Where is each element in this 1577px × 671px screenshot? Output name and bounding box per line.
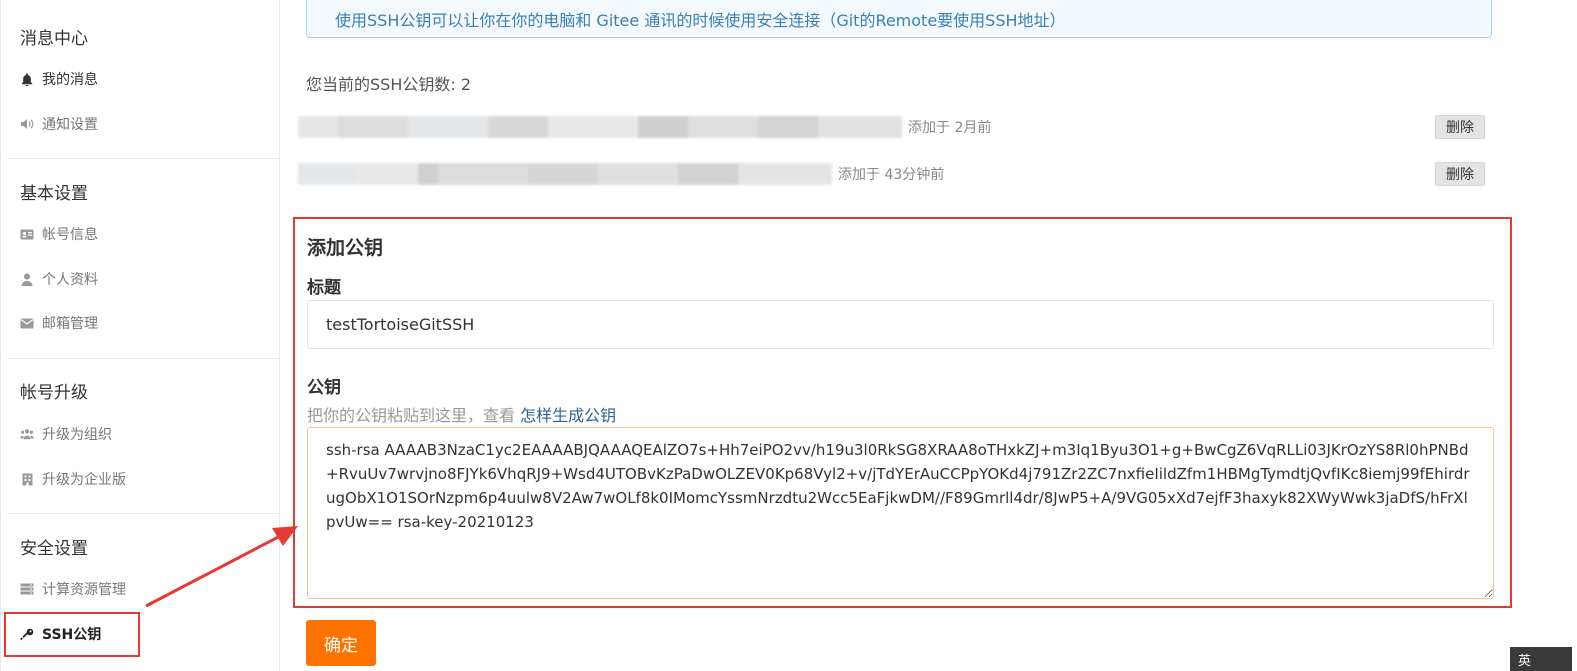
key-hint: 把你的公钥粘贴到这里，查看 怎样生成公钥: [307, 402, 616, 426]
confirm-button[interactable]: 确定: [306, 620, 376, 666]
main-content: 使用SSH公钥可以让你在你的电脑和 Gitee 通讯的时候使用安全连接（Git的…: [280, 0, 1577, 671]
section-divider: [5, 513, 281, 514]
ssh-key-row: 添加于 43分钟前: [298, 160, 944, 188]
key-hint-text: 把你的公钥粘贴到这里，查看: [307, 406, 516, 425]
user-icon: [20, 272, 34, 286]
redacted-key-fingerprint: [298, 163, 832, 185]
key-title-input[interactable]: [307, 300, 1494, 349]
sidebar-item-label: 帐号信息: [42, 227, 98, 243]
sidebar-item-compute-resources[interactable]: 计算资源管理: [20, 578, 126, 600]
section-title-basic-settings: 基本设置: [20, 184, 88, 204]
settings-sidebar: 消息中心 我的消息 通知设置 基本设置 帐号信息 个人资料 邮箱管理 帐号升级: [0, 0, 281, 671]
key-count-text: 您当前的SSH公钥数: 2: [306, 75, 472, 94]
sidebar-item-email-management[interactable]: 邮箱管理: [20, 312, 98, 334]
section-title-account-upgrade: 帐号升级: [20, 383, 88, 403]
ime-language-indicator[interactable]: 英: [1510, 647, 1572, 671]
bell-icon: [20, 72, 34, 86]
delete-key-button[interactable]: 删除: [1435, 162, 1485, 186]
add-key-heading: 添加公钥: [307, 237, 384, 259]
section-title-messages: 消息中心: [20, 29, 88, 49]
sidebar-item-label: 升级为企业版: [42, 472, 126, 488]
section-divider: [5, 358, 281, 359]
sidebar-item-notification-settings[interactable]: 通知设置: [20, 113, 98, 135]
sidebar-item-upgrade-enterprise[interactable]: 升级为企业版: [20, 468, 126, 490]
sidebar-item-upgrade-organization[interactable]: 升级为组织: [20, 423, 112, 445]
ssh-info-banner: 使用SSH公钥可以让你在你的电脑和 Gitee 通讯的时候使用安全连接（Git的…: [306, 0, 1492, 38]
server-icon: [20, 582, 34, 596]
ssh-key-row: 添加于 2月前: [298, 113, 991, 141]
sidebar-item-account-info[interactable]: 帐号信息: [20, 223, 98, 245]
add-key-form: 添加公钥 标题 公钥 把你的公钥粘贴到这里，查看 怎样生成公钥 ssh-rsa …: [293, 217, 1512, 608]
section-title-security-settings: 安全设置: [20, 539, 88, 559]
how-to-generate-key-link[interactable]: 怎样生成公钥: [520, 406, 616, 425]
sidebar-item-label: 我的消息: [42, 72, 98, 88]
redacted-key-fingerprint: [298, 116, 902, 138]
sidebar-item-label: 通知设置: [42, 117, 98, 133]
title-field-label: 标题: [307, 278, 341, 298]
building-icon: [20, 472, 34, 486]
public-key-textarea[interactable]: ssh-rsa AAAAB3NzaC1yc2EAAAABJQAAAQEAlZO7…: [307, 427, 1494, 599]
key-field-label: 公钥: [307, 378, 341, 398]
key-added-time: 添加于 43分钟前: [838, 167, 945, 183]
sidebar-item-label: 个人资料: [42, 272, 98, 288]
sidebar-item-label: 邮箱管理: [42, 316, 98, 332]
section-divider: [5, 158, 281, 159]
users-icon: [20, 427, 34, 441]
annotation-highlight-box: [4, 612, 140, 657]
key-added-time: 添加于 2月前: [908, 120, 992, 136]
sidebar-item-label: 计算资源管理: [42, 582, 126, 598]
id-card-icon: [20, 227, 34, 241]
volume-icon: [20, 117, 34, 131]
sidebar-item-label: 升级为组织: [42, 427, 112, 443]
sidebar-item-profile[interactable]: 个人资料: [20, 268, 98, 290]
envelope-icon: [20, 316, 34, 330]
sidebar-item-my-messages[interactable]: 我的消息: [20, 68, 98, 90]
delete-key-button[interactable]: 删除: [1435, 115, 1485, 139]
